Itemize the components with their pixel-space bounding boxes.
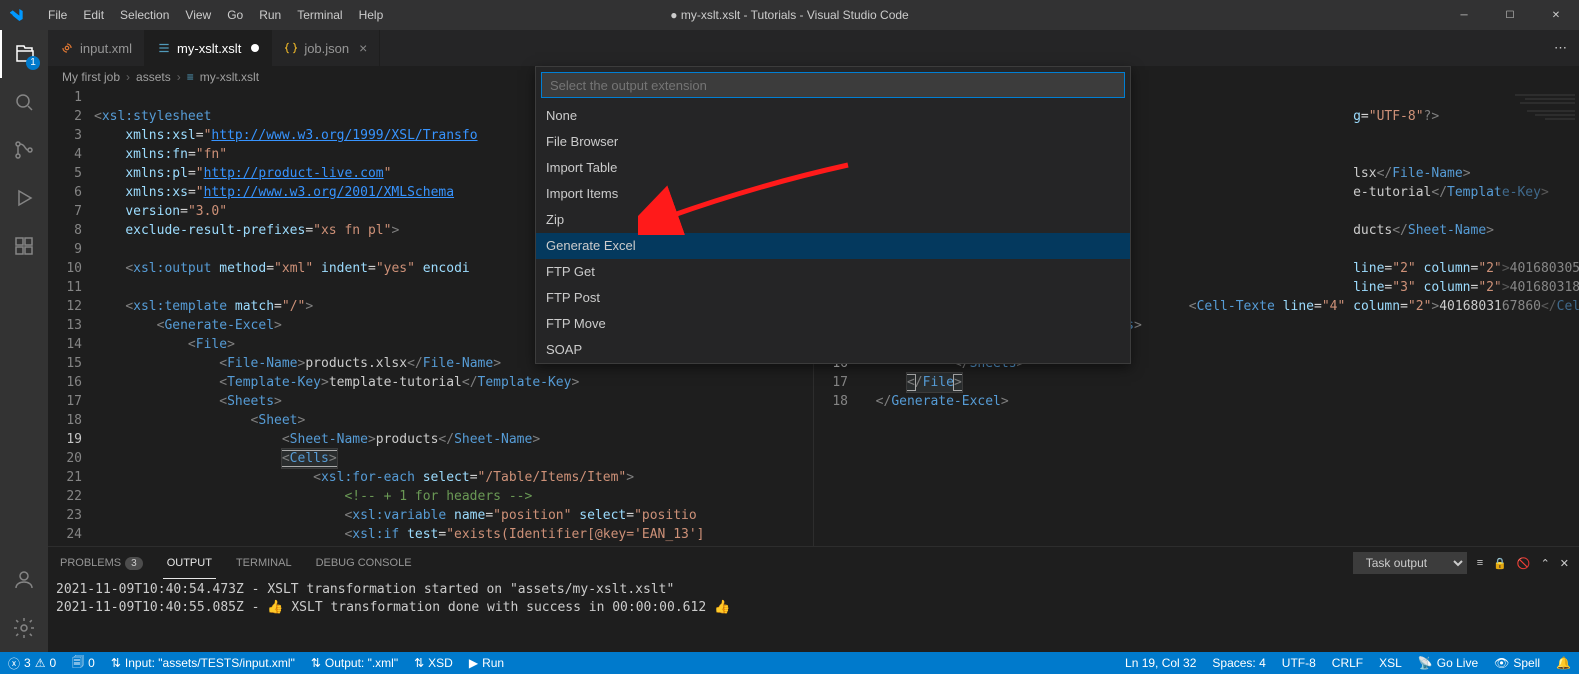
activity-search[interactable] xyxy=(0,78,48,126)
minimize-button[interactable]: ─ xyxy=(1441,0,1487,30)
editor-area: input.xml my-xslt.xslt job.json × ⋯ My f… xyxy=(48,30,1579,652)
tab-label: job.json xyxy=(304,41,349,56)
output-line: 2021-11-09T10:40:54.473Z - XSLT transfor… xyxy=(56,581,1571,599)
list-icon[interactable]: ≡ xyxy=(1477,557,1483,569)
status-errors[interactable]: ⓧ 3 ⚠ 0 xyxy=(0,652,64,674)
status-eol[interactable]: CRLF xyxy=(1324,652,1371,674)
output-line: 2021-11-09T10:40:55.085Z - 👍 XSLT transf… xyxy=(56,599,1571,617)
minimap[interactable] xyxy=(1499,88,1579,546)
status-bar: ⓧ 3 ⚠ 0 🗐 0 ⇅ Input: "assets/TESTS/input… xyxy=(0,652,1579,674)
menu-terminal[interactable]: Terminal xyxy=(289,0,350,30)
maximize-button[interactable]: ☐ xyxy=(1487,0,1533,30)
chevron-right-icon: › xyxy=(177,70,181,84)
tab-input-xml[interactable]: input.xml xyxy=(48,30,145,66)
status-run[interactable]: ▶ Run xyxy=(461,652,512,674)
status-spell[interactable]: 👁 Spell xyxy=(1486,652,1548,674)
status-bell-icon[interactable]: 🔔 xyxy=(1548,652,1579,674)
editor-tabs: input.xml my-xslt.xslt job.json × ⋯ xyxy=(48,30,1579,66)
activity-extensions[interactable] xyxy=(0,222,48,270)
activity-account[interactable] xyxy=(0,556,48,604)
panel-tab-problems[interactable]: PROBLEMS3 xyxy=(56,557,147,569)
clear-icon[interactable]: 🚫 xyxy=(1517,557,1531,570)
activity-explorer[interactable]: 1 xyxy=(0,30,48,78)
menu-run[interactable]: Run xyxy=(251,0,289,30)
chevron-up-icon[interactable]: ⌃ xyxy=(1541,557,1550,570)
status-dbg[interactable]: 🗐 0 xyxy=(64,652,103,674)
tab-label: input.xml xyxy=(80,41,132,56)
status-input[interactable]: ⇅ Input: "assets/TESTS/input.xml" xyxy=(103,652,303,674)
status-golive[interactable]: 📡 Go Live xyxy=(1410,652,1486,674)
close-icon[interactable]: ✕ xyxy=(1560,557,1569,570)
tab-my-xslt[interactable]: my-xslt.xslt xyxy=(145,30,272,66)
tab-label: my-xslt.xslt xyxy=(177,41,241,56)
qi-item-zip[interactable]: Zip xyxy=(536,207,1130,233)
xslt-file-icon: ≡ xyxy=(187,70,194,84)
close-button[interactable]: ✕ xyxy=(1533,0,1579,30)
quick-input-list: None File Browser Import Table Import It… xyxy=(536,103,1130,363)
explorer-badge: 1 xyxy=(26,56,40,70)
bottom-panel: PROBLEMS3 OUTPUT TERMINAL DEBUG CONSOLE … xyxy=(48,546,1579,652)
menu-selection[interactable]: Selection xyxy=(112,0,177,30)
qi-item-ftp-move[interactable]: FTP Move xyxy=(536,311,1130,337)
menu-file[interactable]: File xyxy=(40,0,75,30)
menu-go[interactable]: Go xyxy=(219,0,251,30)
json-file-icon xyxy=(284,41,298,55)
activity-scm[interactable] xyxy=(0,126,48,174)
window-controls: ─ ☐ ✕ xyxy=(1441,0,1579,30)
panel-tab-output[interactable]: OUTPUT xyxy=(163,548,216,579)
close-icon[interactable]: × xyxy=(359,40,367,56)
activity-run[interactable] xyxy=(0,174,48,222)
chevron-right-icon: › xyxy=(126,70,130,84)
activity-settings[interactable] xyxy=(0,604,48,652)
menu-help[interactable]: Help xyxy=(351,0,392,30)
dirty-dot-icon xyxy=(251,44,259,52)
menu-view[interactable]: View xyxy=(177,0,219,30)
tab-job-json[interactable]: job.json × xyxy=(272,30,380,66)
status-xsd[interactable]: ⇅ XSD xyxy=(406,652,461,674)
output-content[interactable]: 2021-11-09T10:40:54.473Z - XSLT transfor… xyxy=(48,579,1579,652)
status-output[interactable]: ⇅ Output: ".xml" xyxy=(303,652,406,674)
qi-item-generate-excel[interactable]: Generate Excel xyxy=(536,233,1130,259)
status-lncol[interactable]: Ln 19, Col 32 xyxy=(1117,652,1204,674)
xslt-file-icon xyxy=(157,41,171,55)
qi-item-import-items[interactable]: Import Items xyxy=(536,181,1130,207)
qi-item-import-table[interactable]: Import Table xyxy=(536,155,1130,181)
activity-bar: 1 xyxy=(0,30,48,652)
status-spaces[interactable]: Spaces: 4 xyxy=(1204,652,1273,674)
problems-badge: 3 xyxy=(125,557,143,570)
qi-item-none[interactable]: None xyxy=(536,103,1130,129)
panel-tab-terminal[interactable]: TERMINAL xyxy=(232,557,296,569)
qi-item-ftp-get[interactable]: FTP Get xyxy=(536,259,1130,285)
qi-item-file-browser[interactable]: File Browser xyxy=(536,129,1130,155)
breadcrumb-item[interactable]: my-xslt.xslt xyxy=(200,70,259,84)
quick-input-field[interactable] xyxy=(541,72,1125,98)
line-gutter: 1234567891011121314151617181920212223242… xyxy=(48,88,94,546)
qi-item-ftp-post[interactable]: FTP Post xyxy=(536,285,1130,311)
lock-icon[interactable]: 🔒 xyxy=(1493,557,1507,570)
qi-item-soap[interactable]: SOAP xyxy=(536,337,1130,363)
window-title: ● my-xslt.xslt - Tutorials - Visual Stud… xyxy=(670,8,908,22)
output-channel-select[interactable]: Task output xyxy=(1353,552,1467,574)
title-bar: File Edit Selection View Go Run Terminal… xyxy=(0,0,1579,30)
breadcrumb-item[interactable]: assets xyxy=(136,70,171,84)
panel-tab-debug-console[interactable]: DEBUG CONSOLE xyxy=(312,557,416,569)
xml-file-icon xyxy=(60,41,74,55)
quick-input: None File Browser Import Table Import It… xyxy=(535,66,1131,364)
status-encoding[interactable]: UTF-8 xyxy=(1274,652,1324,674)
vscode-icon xyxy=(8,7,24,23)
menu-edit[interactable]: Edit xyxy=(75,0,112,30)
status-lang[interactable]: XSL xyxy=(1371,652,1410,674)
breadcrumb-item[interactable]: My first job xyxy=(62,70,120,84)
tab-overflow-button[interactable]: ⋯ xyxy=(1542,30,1579,66)
panel-tabs: PROBLEMS3 OUTPUT TERMINAL DEBUG CONSOLE … xyxy=(48,547,1579,579)
main-menu: File Edit Selection View Go Run Terminal… xyxy=(32,0,391,30)
